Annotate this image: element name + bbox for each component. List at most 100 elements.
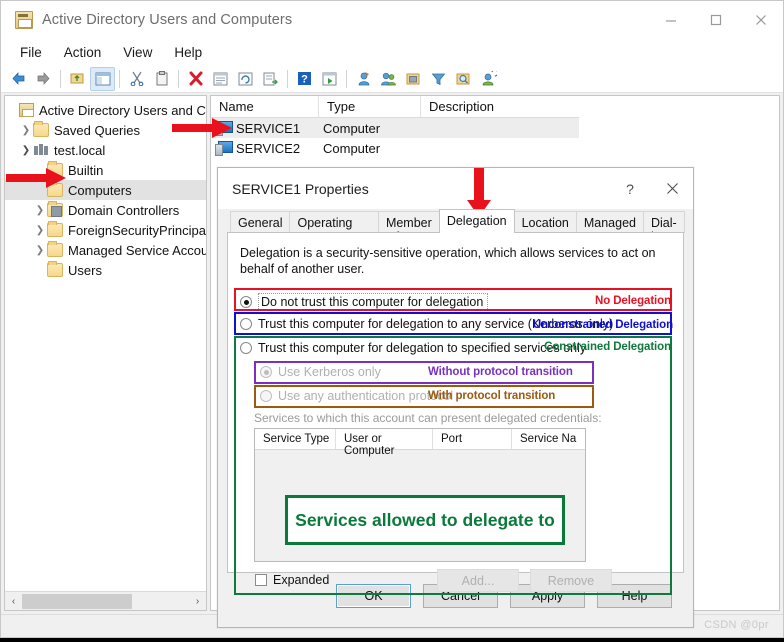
properties-icon[interactable]	[208, 67, 233, 91]
scroll-right-icon[interactable]: ›	[189, 596, 206, 607]
minimize-icon[interactable]	[648, 1, 693, 39]
ou-folder-icon	[47, 201, 63, 217]
services-credentials-label: Services to which this account can prese…	[254, 411, 602, 425]
show-hide-tree-icon[interactable]	[90, 66, 115, 91]
delete-icon[interactable]	[183, 67, 208, 91]
chevron-right-icon[interactable]: ❯	[33, 205, 47, 216]
toolbar-separator	[287, 69, 288, 88]
up-folder-icon[interactable]	[65, 67, 90, 91]
column-header-port[interactable]: Port	[433, 429, 512, 449]
pointer-arrow-computers	[6, 168, 66, 188]
maximize-icon[interactable]	[693, 1, 738, 39]
close-icon[interactable]	[738, 1, 783, 39]
checkbox-indicator[interactable]	[255, 574, 267, 586]
column-header-name[interactable]: Name	[211, 96, 319, 117]
scroll-thumb[interactable]	[22, 593, 132, 609]
forward-icon[interactable]	[31, 67, 56, 91]
tab-managed-by[interactable]: Managed By	[575, 211, 644, 244]
table-row[interactable]: SERVICE1 Computer	[211, 118, 579, 138]
dialog-body: General Operating System Member Of Deleg…	[218, 209, 693, 627]
annotation-services-allowed-box: Services allowed to delegate to	[285, 495, 565, 545]
refresh-icon[interactable]	[233, 67, 258, 91]
help-icon[interactable]: ?	[292, 67, 317, 91]
scroll-left-icon[interactable]: ‹	[5, 596, 22, 607]
new-ou-icon[interactable]	[401, 67, 426, 91]
column-header-user-or-computer[interactable]: User or Computer	[336, 429, 433, 457]
annotation-no-delegation: No Delegation	[594, 295, 671, 307]
tree-item-label: Builtin	[68, 162, 104, 178]
expanded-checkbox[interactable]: Expanded	[255, 573, 329, 587]
radio-constrained-delegation[interactable]: Trust this computer for delegation to sp…	[240, 341, 586, 355]
chevron-down-icon[interactable]: ❯	[19, 145, 33, 156]
tree-item-users[interactable]: Users	[5, 260, 206, 280]
radio-indicator[interactable]	[260, 366, 272, 378]
domain-icon	[33, 143, 49, 157]
tab-operating-system[interactable]: Operating System	[289, 211, 379, 244]
radio-indicator[interactable]	[240, 342, 252, 354]
toolbar-separator	[178, 69, 179, 88]
chevron-right-icon[interactable]: ❯	[33, 225, 47, 236]
tab-dial-in[interactable]: Dial-in	[642, 211, 685, 244]
menu-help[interactable]: Help	[163, 42, 213, 63]
cut-icon[interactable]	[124, 67, 149, 91]
ok-button[interactable]: OK	[336, 583, 411, 608]
filter-icon[interactable]	[426, 67, 451, 91]
copy-icon[interactable]	[149, 67, 174, 91]
column-header-description[interactable]: Description	[421, 96, 579, 117]
menubar: File Action View Help	[1, 39, 783, 65]
new-group-icon[interactable]	[376, 67, 401, 91]
run-icon[interactable]	[317, 67, 342, 91]
services-list-header: Service Type User or Computer Port Servi…	[255, 429, 585, 457]
radio-indicator[interactable]	[260, 390, 272, 402]
annotation-unconstrained-delegation: Unconstrained Delegation	[532, 319, 673, 331]
radio-label: Do not trust this computer for delegatio…	[258, 293, 489, 311]
watermark-text: CSDN @0pr	[704, 619, 769, 631]
computer-icon	[215, 141, 233, 156]
tree-item-test-local[interactable]: ❯ test.local	[5, 140, 206, 160]
annotation-constrained-delegation: Constrained Delegation	[544, 341, 671, 353]
menu-view[interactable]: View	[112, 42, 163, 63]
radio-use-kerberos-only[interactable]: Use Kerberos only	[260, 365, 381, 379]
delegation-description: Delegation is a security-sensitive opera…	[240, 246, 656, 276]
tree-horizontal-scrollbar[interactable]: ‹ ›	[5, 591, 206, 610]
tree-item-domain-controllers[interactable]: ❯ Domain Controllers	[5, 200, 206, 220]
export-list-icon[interactable]	[258, 67, 283, 91]
tab-general[interactable]: General	[230, 211, 291, 233]
back-icon[interactable]	[6, 67, 31, 91]
add-member-icon[interactable]	[476, 67, 501, 91]
expanded-label: Expanded	[273, 573, 330, 587]
tab-location[interactable]: Location	[513, 211, 577, 233]
dialog-title-buttons: ?	[609, 168, 693, 209]
radio-use-any-authentication-protocol[interactable]: Use any authentication protocol	[260, 389, 453, 403]
column-header-service-type[interactable]: Service Type	[255, 429, 336, 449]
tree-item-label: Domain Controllers	[68, 202, 180, 218]
properties-dialog: SERVICE1 Properties ? General Operating …	[217, 167, 694, 628]
add-button[interactable]: Add...	[437, 569, 519, 592]
window-title: Active Directory Users and Computers	[42, 11, 293, 28]
column-header-type[interactable]: Type	[319, 96, 421, 117]
radio-no-delegation[interactable]: Do not trust this computer for delegatio…	[240, 293, 489, 311]
dialog-titlebar: SERVICE1 Properties ?	[218, 168, 693, 209]
tree-item-label: Managed Service Accoun	[68, 242, 206, 258]
radio-label: Use any authentication protocol	[278, 389, 454, 403]
help-question-icon[interactable]: ?	[609, 168, 651, 209]
menu-file[interactable]: File	[9, 42, 53, 63]
close-icon[interactable]	[651, 168, 693, 209]
radio-indicator[interactable]	[240, 318, 252, 330]
remove-button[interactable]: Remove	[530, 569, 612, 592]
annotation-without-protocol-transition: Without protocol transition	[428, 366, 573, 378]
radio-indicator[interactable]	[240, 296, 252, 308]
console-icon	[15, 10, 33, 29]
tree-item-foreign-security-principals[interactable]: ❯ ForeignSecurityPrincipals	[5, 220, 206, 240]
new-user-icon[interactable]	[351, 67, 376, 91]
chevron-right-icon[interactable]: ❯	[19, 125, 33, 136]
tab-delegation[interactable]: Delegation	[438, 209, 515, 233]
table-row[interactable]: SERVICE2 Computer	[211, 138, 579, 158]
column-header-service-name[interactable]: Service Na	[512, 429, 585, 449]
menu-action[interactable]: Action	[53, 42, 113, 63]
find-icon[interactable]	[451, 67, 476, 91]
tree-item-managed-service-accounts[interactable]: ❯ Managed Service Accoun	[5, 240, 206, 260]
chevron-right-icon[interactable]: ❯	[33, 245, 47, 256]
tab-member-of[interactable]: Member Of	[377, 211, 440, 244]
list-cell-name: SERVICE2	[236, 140, 301, 156]
